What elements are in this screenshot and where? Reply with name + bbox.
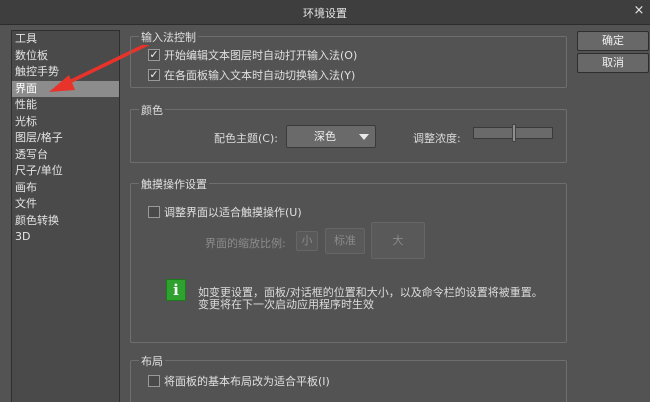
tablet-layout-checkbox[interactable]	[148, 375, 160, 387]
close-icon[interactable]: ×	[631, 3, 647, 19]
ime-auto-switch-option[interactable]: ✓ 在各面板输入文本时自动切换输入法(Y)	[148, 67, 355, 83]
scale-large-button[interactable]: 大	[371, 222, 425, 259]
ime-control-legend: 输入法控制	[139, 29, 198, 45]
theme-label: 配色主题(C):	[214, 132, 278, 145]
ime-auto-open-option[interactable]: ✓ 开始编辑文本图层时自动打开输入法(O)	[148, 47, 357, 63]
scale-label: 界面的缩放比例:	[205, 237, 286, 250]
tablet-layout-option[interactable]: 将面板的基本布局改为适合平板(I)	[148, 373, 330, 389]
ime-auto-open-label: 开始编辑文本图层时自动打开输入法(O)	[164, 49, 358, 62]
touch-settings-legend: 触摸操作设置	[139, 176, 209, 192]
theme-value: 深色	[314, 130, 336, 143]
category-item-ruler-unit[interactable]: 尺子/单位	[12, 163, 119, 180]
checkmark-icon[interactable]: ✓	[148, 49, 160, 61]
layout-legend: 布局	[139, 353, 165, 369]
ime-auto-switch-label: 在各面板输入文本时自动切换输入法(Y)	[164, 69, 356, 82]
category-item-color-conversion[interactable]: 颜色转换	[12, 213, 119, 230]
touch-adjust-option[interactable]: 调整界面以适合触摸操作(U)	[148, 204, 302, 220]
touch-adjust-label: 调整界面以适合触摸操作(U)	[164, 206, 302, 219]
category-item-layer-frame[interactable]: 图层/格子	[12, 130, 119, 147]
category-item-file[interactable]: 文件	[12, 196, 119, 213]
category-item-light-table[interactable]: 透写台	[12, 147, 119, 164]
density-label: 调整浓度:	[413, 132, 461, 145]
cancel-button[interactable]: 取消	[577, 53, 649, 73]
checkmark-icon[interactable]: ✓	[148, 69, 160, 81]
category-item-cursor[interactable]: 光标	[12, 114, 119, 131]
chevron-down-icon	[359, 134, 369, 140]
touch-adjust-checkbox[interactable]	[148, 206, 160, 218]
theme-select[interactable]: 深色	[286, 125, 376, 148]
ok-button[interactable]: 确定	[577, 31, 649, 51]
density-slider[interactable]	[473, 124, 553, 142]
info-message-line2: 变更将在下一次启动应用程序时生效	[198, 298, 374, 311]
scale-small-button[interactable]: 小	[296, 231, 318, 251]
tablet-layout-label: 将面板的基本布局改为适合平板(I)	[164, 375, 330, 388]
title-bar: 环境设置 ×	[0, 0, 650, 25]
category-item-3d[interactable]: 3D	[12, 229, 119, 246]
density-slider-thumb[interactable]	[512, 124, 516, 142]
info-icon: i	[166, 279, 186, 301]
color-legend: 颜色	[139, 102, 165, 118]
window-title: 环境设置	[303, 7, 347, 20]
category-item-performance[interactable]: 性能	[12, 97, 119, 114]
category-item-canvas[interactable]: 画布	[12, 180, 119, 197]
scale-standard-button[interactable]: 标准	[325, 228, 365, 254]
